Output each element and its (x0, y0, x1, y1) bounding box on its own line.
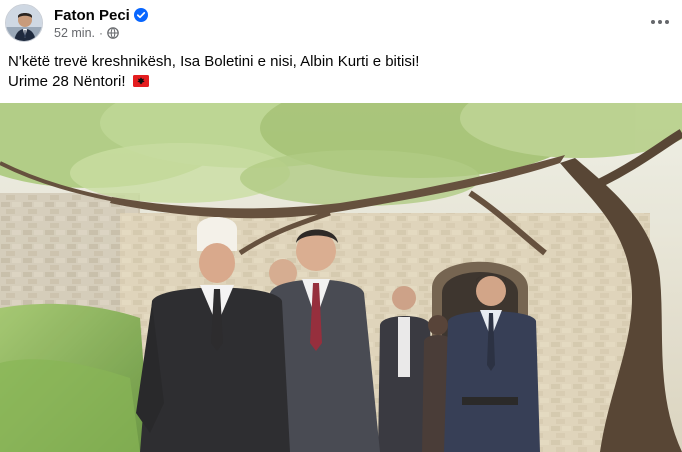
avatar-image (6, 5, 42, 41)
verified-badge-icon (133, 8, 148, 22)
post-timestamp[interactable]: 52 min. (54, 26, 95, 40)
post-meta: 52 min. · (54, 26, 119, 40)
author-line: Faton Peci (54, 6, 148, 24)
author-name[interactable]: Faton Peci (54, 7, 130, 24)
meta-separator: · (99, 26, 103, 40)
globe-icon[interactable] (107, 27, 119, 39)
post-text: N'këtë trevë kreshnikësh, Isa Boletini e… (8, 52, 419, 92)
post-header: Faton Peci 52 min. · (0, 0, 682, 50)
photo-image (0, 103, 682, 452)
author-avatar[interactable] (5, 4, 43, 42)
post-text-line-2: Urime 28 Nëntori! (8, 72, 419, 92)
post-text-line-1: N'këtë trevë kreshnikësh, Isa Boletini e… (8, 53, 420, 70)
post-text-line-2-text: Urime 28 Nëntori! (8, 73, 126, 90)
albania-flag-icon (132, 73, 149, 87)
post-photo[interactable] (0, 103, 682, 452)
more-options-icon[interactable] (646, 8, 674, 36)
